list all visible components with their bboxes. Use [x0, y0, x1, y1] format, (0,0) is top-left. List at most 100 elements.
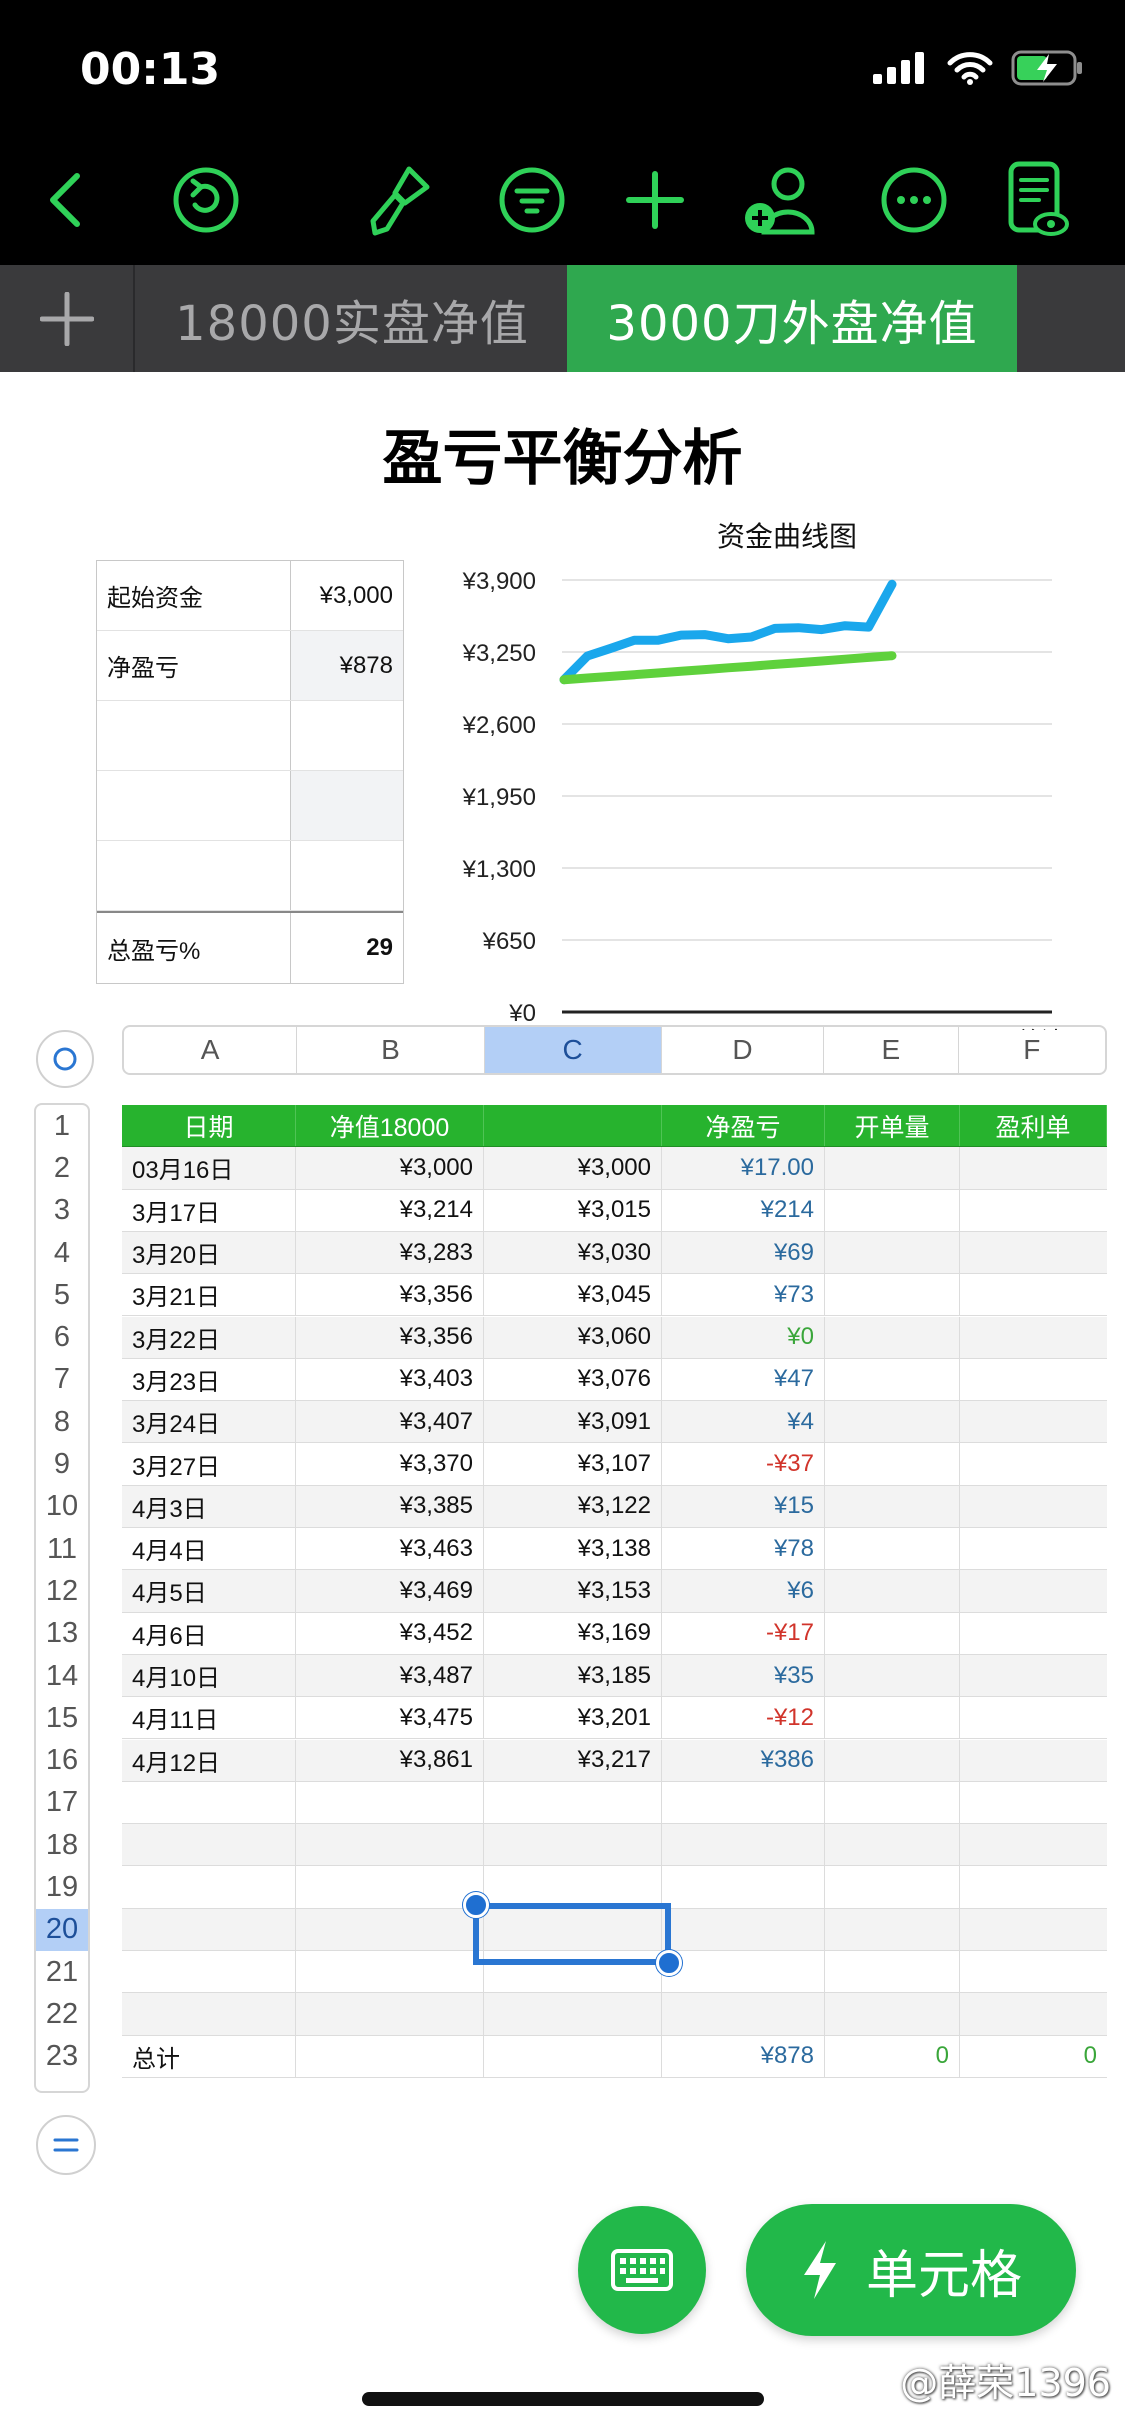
table-cell[interactable]: 开单量: [825, 1105, 960, 1147]
table-cell[interactable]: [960, 1655, 1107, 1696]
table-cell[interactable]: ¥3,452: [296, 1612, 484, 1654]
table-cell[interactable]: [960, 1190, 1107, 1231]
table-cell[interactable]: [825, 1401, 960, 1443]
table-cell[interactable]: 4月12日: [122, 1739, 296, 1781]
table-cell[interactable]: 4月11日: [122, 1697, 296, 1739]
table-cell[interactable]: [825, 1739, 960, 1781]
collaborate-button[interactable]: [740, 160, 820, 240]
table-cell[interactable]: [825, 1316, 960, 1358]
table-cell[interactable]: 3月24日: [122, 1401, 296, 1443]
table-cell[interactable]: [296, 1908, 484, 1950]
table-cell[interactable]: [960, 1528, 1107, 1569]
table-cell[interactable]: ¥17.00: [662, 1147, 825, 1189]
table-cell[interactable]: ¥3,185: [484, 1654, 662, 1697]
column-header-c[interactable]: C: [484, 1027, 662, 1073]
table-cell[interactable]: [825, 1358, 960, 1401]
summary-row[interactable]: 起始资金 ¥3,000: [97, 561, 403, 631]
table-cell[interactable]: [960, 1443, 1107, 1484]
row-header-19[interactable]: 19: [36, 1866, 88, 1908]
table-cell[interactable]: [825, 1528, 960, 1570]
table-cell[interactable]: [296, 1824, 484, 1866]
table-cell[interactable]: [825, 1993, 960, 2035]
column-header-b[interactable]: B: [297, 1027, 485, 1073]
column-header-f[interactable]: F: [959, 1027, 1105, 1073]
table-cell[interactable]: ¥3,153: [484, 1570, 662, 1612]
table-cell[interactable]: [122, 1781, 296, 1824]
table-cell[interactable]: ¥3,356: [296, 1274, 484, 1316]
summary-row[interactable]: 净盈亏 ¥878: [97, 631, 403, 701]
table-cell[interactable]: ¥3,463: [296, 1528, 484, 1570]
table-cell[interactable]: [825, 1147, 960, 1189]
table-cell[interactable]: [484, 1781, 662, 1824]
summary-row[interactable]: [97, 701, 403, 771]
table-cell[interactable]: [825, 1485, 960, 1527]
table-cell[interactable]: ¥3,217: [484, 1739, 662, 1781]
undo-button[interactable]: [166, 160, 246, 240]
table-cell[interactable]: ¥3,475: [296, 1697, 484, 1739]
table-cell[interactable]: ¥47: [662, 1358, 825, 1401]
table-cell[interactable]: [960, 1570, 1107, 1611]
table-cell[interactable]: ¥878: [662, 2035, 825, 2077]
table-cell[interactable]: [484, 1993, 662, 2035]
table-cell[interactable]: ¥4: [662, 1401, 825, 1443]
table-cell[interactable]: 3月22日: [122, 1316, 296, 1358]
table-cell[interactable]: 4月5日: [122, 1570, 296, 1612]
table-cell[interactable]: [122, 1824, 296, 1866]
table-cell[interactable]: [484, 1824, 662, 1866]
table-cell[interactable]: ¥3,169: [484, 1612, 662, 1654]
table-cell[interactable]: [484, 1105, 662, 1147]
row-header-11[interactable]: 11: [36, 1528, 88, 1570]
table-cell[interactable]: ¥3,861: [296, 1739, 484, 1781]
tab-sheet-1[interactable]: 18000实盘净值: [137, 265, 567, 372]
table-cell[interactable]: ¥3,107: [484, 1443, 662, 1485]
column-header-a[interactable]: A: [124, 1027, 298, 1073]
row-header-22[interactable]: 22: [36, 1993, 88, 2035]
table-cell[interactable]: [825, 1781, 960, 1824]
row-header-8[interactable]: 8: [36, 1401, 88, 1443]
column-header-d[interactable]: D: [662, 1027, 825, 1073]
summary-row[interactable]: [97, 841, 403, 911]
row-header-2[interactable]: 2: [36, 1147, 88, 1189]
table-cell[interactable]: [825, 1443, 960, 1485]
row-header-18[interactable]: 18: [36, 1824, 88, 1866]
table-cell[interactable]: ¥3,000: [484, 1147, 662, 1189]
table-cell[interactable]: [960, 1359, 1107, 1400]
table-cell[interactable]: ¥3,045: [484, 1274, 662, 1316]
table-cell[interactable]: ¥3,000: [296, 1147, 484, 1189]
tab-sheet-2[interactable]: 3000刀外盘净值: [567, 265, 1017, 372]
table-cell[interactable]: ¥3,091: [484, 1401, 662, 1443]
table-cell[interactable]: ¥3,283: [296, 1231, 484, 1274]
selection-handle-bottom-right[interactable]: [656, 1950, 682, 1976]
table-cell[interactable]: [825, 1654, 960, 1697]
table-cell[interactable]: ¥78: [662, 1528, 825, 1570]
table-cell[interactable]: [825, 1866, 960, 1908]
selection-handle-top-left[interactable]: [463, 1892, 489, 1918]
row-header-6[interactable]: 6: [36, 1317, 88, 1359]
table-cell[interactable]: [662, 1908, 825, 1950]
formula-button[interactable]: [36, 2115, 96, 2175]
table-cell[interactable]: [296, 1951, 484, 1993]
table-cell[interactable]: ¥6: [662, 1570, 825, 1612]
table-cell[interactable]: [296, 1781, 484, 1824]
table-cell[interactable]: ¥3,487: [296, 1654, 484, 1697]
table-cell[interactable]: 3月27日: [122, 1443, 296, 1485]
table-cell[interactable]: ¥3,060: [484, 1316, 662, 1358]
table-cell[interactable]: 4月6日: [122, 1612, 296, 1654]
table-cell[interactable]: ¥3,214: [296, 1189, 484, 1231]
table-cell[interactable]: ¥3,370: [296, 1443, 484, 1485]
table-cell[interactable]: 净值18000: [296, 1105, 484, 1147]
row-header-5[interactable]: 5: [36, 1274, 88, 1316]
row-header-14[interactable]: 14: [36, 1655, 88, 1697]
table-cell[interactable]: ¥3,138: [484, 1528, 662, 1570]
row-header-15[interactable]: 15: [36, 1697, 88, 1739]
summary-row[interactable]: [97, 771, 403, 841]
table-cell[interactable]: [825, 1231, 960, 1274]
row-header-16[interactable]: 16: [36, 1740, 88, 1782]
table-cell[interactable]: ¥3,201: [484, 1697, 662, 1739]
table-cell[interactable]: 0: [825, 2035, 960, 2077]
table-cell[interactable]: [960, 1993, 1107, 2034]
equity-curve-chart[interactable]: 资金曲线图 ¥0 ¥650 ¥1,300 ¥1,950 ¥2,600 ¥3,250 ¥3,90…: [440, 510, 1080, 1055]
table-cell[interactable]: [122, 1866, 296, 1908]
table-cell[interactable]: [825, 1908, 960, 1950]
organize-button[interactable]: [492, 160, 572, 240]
